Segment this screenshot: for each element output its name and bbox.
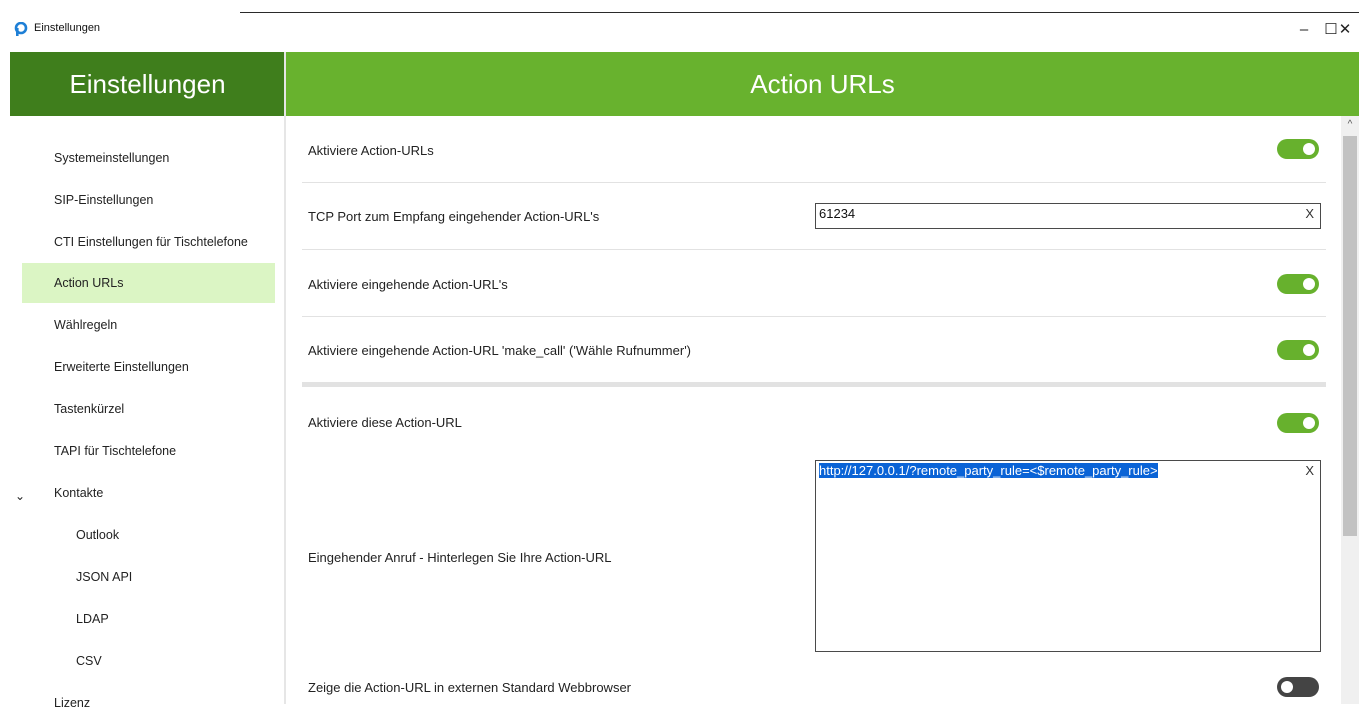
sidebar-item-sip-einstellungen[interactable]: SIP-Einstellungen [22, 180, 275, 220]
app-logo-icon [14, 22, 28, 36]
sidebar-item-erweiterte-einstellungen[interactable]: Erweiterte Einstellungen [22, 347, 275, 387]
enable-make-call-label: Aktiviere eingehende Action-URL 'make_ca… [308, 343, 691, 358]
close-button[interactable]: ✕ [1330, 18, 1359, 42]
enable-this-label: Aktiviere diese Action-URL [308, 415, 462, 430]
sidebar-item-label: Kontakte [54, 486, 104, 500]
section-divider [302, 382, 1326, 387]
enable-make-call-toggle[interactable] [1277, 340, 1319, 360]
sidebar-item-ldap[interactable]: LDAP [22, 599, 275, 639]
tcp-port-value: 61234 [819, 206, 856, 221]
incoming-call-url-input[interactable]: http://127.0.0.1/?remote_party_rule=<$re… [815, 460, 1321, 652]
sidebar-item-csv[interactable]: CSV [22, 641, 275, 681]
sidebar-title: Einstellungen [10, 52, 285, 116]
row-divider [302, 316, 1326, 317]
enable-action-urls-toggle[interactable] [1277, 139, 1319, 159]
minimize-button[interactable]: – [1289, 18, 1319, 42]
sidebar-item-outlook[interactable]: Outlook [22, 515, 275, 555]
sidebar-item-label: Outlook [76, 528, 120, 542]
scrollbar-thumb[interactable] [1343, 136, 1357, 536]
sidebar-item-label: CSV [76, 654, 102, 668]
sidebar-item-action-urls[interactable]: Action URLs [22, 263, 275, 303]
show-in-browser-label: Zeige die Action-URL in externen Standar… [308, 680, 632, 695]
sidebar-item-label: Action URLs [54, 276, 124, 290]
enable-incoming-toggle[interactable] [1277, 274, 1319, 294]
page-title: Action URLs [286, 52, 1359, 116]
sidebar-item-cti-einstellungen[interactable]: CTI Einstellungen für Tischtelefone [22, 222, 275, 262]
incoming-call-label: Eingehender Anruf - Hinterlegen Sie Ihre… [308, 550, 612, 565]
sidebar-divider [284, 52, 286, 704]
sidebar-item-label: TAPI für Tischtelefone [54, 444, 177, 458]
sidebar-item-label: Erweiterte Einstellungen [54, 360, 189, 374]
scroll-up-button[interactable]: ^ [1341, 116, 1359, 134]
title-bar [0, 13, 1359, 51]
sidebar-item-lizenz[interactable]: Lizenz [22, 683, 275, 723]
sidebar-item-waehlregeln[interactable]: Wählregeln [22, 305, 275, 345]
clear-icon[interactable]: X [1305, 206, 1314, 221]
sidebar-item-label: SIP-Einstellungen [54, 193, 154, 207]
sidebar-item-tapi[interactable]: TAPI für Tischtelefone [22, 431, 275, 471]
sidebar-item-label: Wählregeln [54, 318, 118, 332]
incoming-call-url-value: http://127.0.0.1/?remote_party_rule=<$re… [819, 463, 1158, 478]
tcp-port-input[interactable]: 61234 X [815, 203, 1321, 229]
row-divider [302, 249, 1326, 250]
sidebar-item-json-api[interactable]: JSON API [22, 557, 275, 597]
enable-incoming-label: Aktiviere eingehende Action-URL's [308, 277, 508, 292]
show-in-browser-toggle[interactable] [1277, 677, 1319, 697]
enable-this-toggle[interactable] [1277, 413, 1319, 433]
sidebar-item-label: JSON API [76, 570, 133, 584]
sidebar-item-label: Systemeinstellungen [54, 151, 170, 165]
row-divider [302, 182, 1326, 183]
sidebar-item-label: Tastenkürzel [54, 402, 125, 416]
enable-action-urls-label: Aktiviere Action-URLs [308, 143, 434, 158]
tcp-port-label: TCP Port zum Empfang eingehender Action-… [308, 209, 600, 224]
sidebar-item-label: LDAP [76, 612, 109, 626]
sidebar-item-systemeinstellungen[interactable]: Systemeinstellungen [22, 138, 275, 178]
window-title: Einstellungen [34, 22, 101, 34]
sidebar-item-label: CTI Einstellungen für Tischtelefone [54, 235, 248, 249]
sidebar-item-kontakte[interactable]: Kontakte [22, 473, 275, 513]
clear-icon[interactable]: X [1305, 463, 1314, 478]
sidebar-item-label: Lizenz [54, 696, 91, 710]
sidebar-item-tastenkuerzel[interactable]: Tastenkürzel [22, 389, 275, 429]
